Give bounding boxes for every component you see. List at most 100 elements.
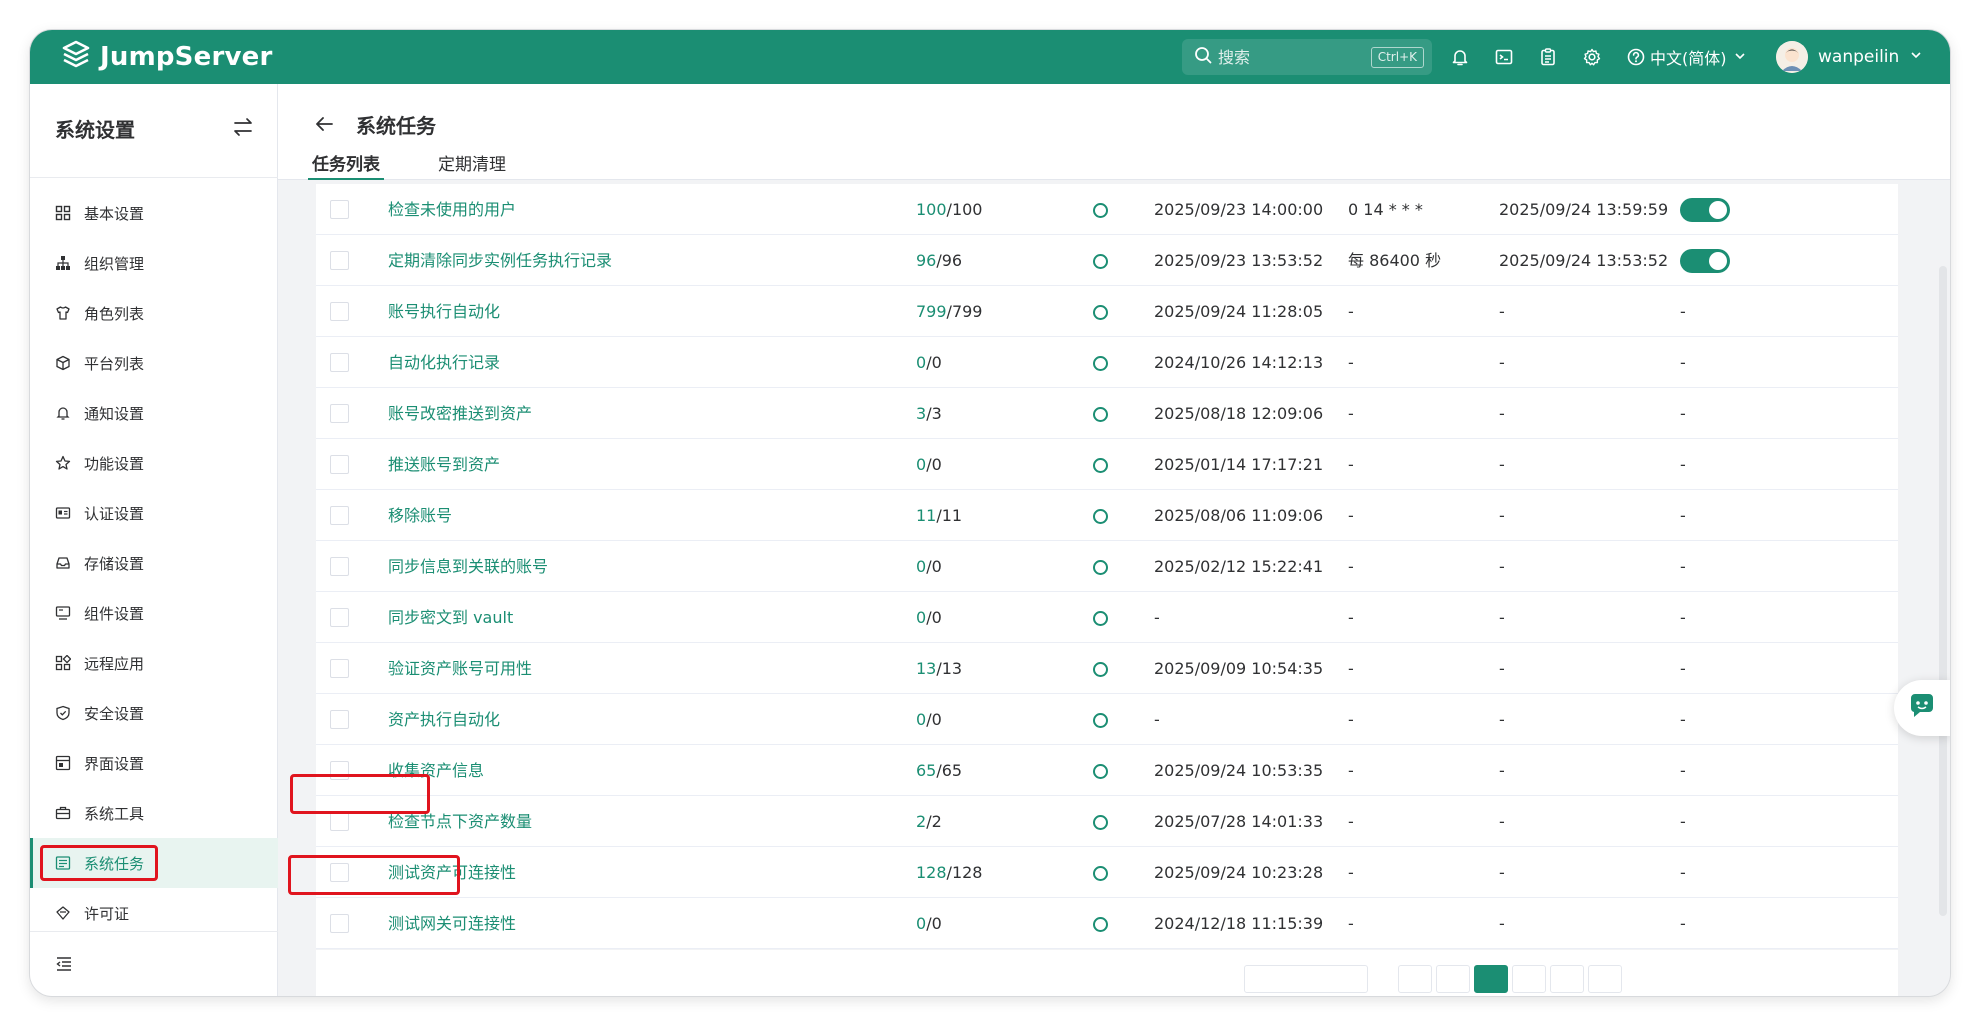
row-checkbox[interactable] [330,200,349,219]
schedule: - [1348,353,1354,372]
row-checkbox[interactable] [330,353,349,372]
sidebar-item[interactable]: 功能设置 [30,438,278,488]
page-button[interactable] [1512,965,1546,993]
task-name-link[interactable]: 检查未使用的用户 [388,184,516,235]
task-name-link[interactable]: 资产执行自动化 [388,694,500,745]
schedule: - [1348,914,1354,933]
enable-placeholder: - [1680,914,1686,933]
row-checkbox[interactable] [330,251,349,270]
task-name-link[interactable]: 账号改密推送到资产 [388,388,532,439]
enable-toggle[interactable] [1680,198,1730,222]
table-row: 同步密文到 vault 0/0 - - - - [316,592,1898,643]
table-row: 定期清除同步实例任务执行记录 96/96 2025/09/23 13:53:52 每 … [316,235,1898,286]
sidebar-item[interactable]: 组织管理 [30,238,278,288]
task-name-link[interactable]: 定期清除同步实例任务执行记录 [388,235,612,286]
tab-task-list[interactable]: 任务列表 [308,140,384,180]
monitor-icon [54,604,72,622]
task-name-link[interactable]: 同步信息到关联的账号 [388,541,548,592]
sidebar-item[interactable]: 角色列表 [30,288,278,338]
row-checkbox[interactable] [330,710,349,729]
task-name-link[interactable]: 测试网关可连接性 [388,898,516,949]
tab-periodic-cleanup[interactable]: 定期清理 [438,140,506,180]
task-name-link[interactable]: 移除账号 [388,490,452,541]
row-checkbox[interactable] [330,455,349,474]
success-count: 0 [916,353,927,372]
success-count: 0 [916,557,927,576]
last-run-date: 2025/08/18 12:09:06 [1154,404,1324,423]
sidebar-item-label: 许可证 [84,904,130,923]
sidebar-item[interactable]: 界面设置 [30,738,278,788]
execution-count: 128/128 [916,847,982,898]
row-checkbox[interactable] [330,557,349,576]
row-checkbox[interactable] [330,302,349,321]
clipboard-icon[interactable] [1536,45,1560,69]
total-count: /2 [926,812,942,831]
back-arrow-icon[interactable] [312,112,336,136]
row-checkbox[interactable] [330,608,349,627]
search-box[interactable]: Ctrl+K [1182,39,1432,75]
sidebar-item[interactable]: 存储设置 [30,538,278,588]
enable-placeholder: - [1680,863,1686,882]
search-input[interactable] [1218,47,1348,67]
page-button[interactable] [1550,965,1584,993]
help-icon[interactable] [1624,45,1648,69]
task-name-link[interactable]: 验证资产账号可用性 [388,643,532,694]
bell-icon[interactable] [1448,45,1472,69]
total-count: /65 [936,761,963,780]
sidebar-item-label: 系统工具 [84,804,145,823]
sidebar-item[interactable]: 通知设置 [30,388,278,438]
task-name-link[interactable]: 自动化执行记录 [388,337,500,388]
next-run-date: - [1499,812,1505,831]
username: wanpeilin [1818,47,1900,67]
collapse-menu-icon[interactable] [54,954,74,974]
status-indicator [1093,764,1108,779]
chat-assistant-button[interactable] [1894,680,1950,736]
schedule: - [1348,557,1354,576]
scrollbar[interactable] [1939,266,1947,916]
sidebar-item[interactable]: 认证设置 [30,488,278,538]
success-count: 65 [916,761,937,780]
task-name-link[interactable]: 推送账号到资产 [388,439,500,490]
terminal-icon[interactable] [1492,45,1516,69]
logo[interactable]: JumpServer [60,39,272,75]
next-run-date: - [1499,863,1505,882]
task-name-link[interactable]: 同步密文到 vault [388,592,513,643]
sidebar-item[interactable]: 平台列表 [30,338,278,388]
next-run-date: - [1499,608,1505,627]
swap-icon[interactable] [230,114,256,140]
page-button[interactable] [1588,965,1622,993]
schedule: - [1348,659,1354,678]
page-button[interactable] [1398,965,1432,993]
row-checkbox[interactable] [330,404,349,423]
next-run-date: 2025/09/24 13:53:52 [1499,251,1669,270]
row-checkbox[interactable] [330,914,349,933]
gear-icon[interactable] [1580,45,1604,69]
next-run-date: - [1499,404,1505,423]
execution-count: 13/13 [916,643,962,694]
success-count: 0 [916,608,927,627]
user-menu[interactable]: wanpeilin [1776,40,1923,74]
page-button[interactable] [1436,965,1470,993]
sidebar-item[interactable]: 远程应用 [30,638,278,688]
tabs: 任务列表 定期清理 [308,140,564,180]
sidebar-item[interactable]: 系统工具 [30,788,278,838]
success-count: 11 [916,506,937,525]
enable-toggle[interactable] [1680,249,1730,273]
page-button-current[interactable] [1474,965,1508,993]
language-selector[interactable]: 中文(简体) [1650,44,1747,70]
execution-count: 0/0 [916,694,942,745]
sidebar-item[interactable]: 安全设置 [30,688,278,738]
next-run-date: - [1499,455,1505,474]
row-checkbox[interactable] [330,659,349,678]
task-name-link[interactable]: 账号执行自动化 [388,286,500,337]
sidebar-item[interactable]: 基本设置 [30,188,278,238]
last-run-date: 2025/09/23 13:53:52 [1154,251,1324,270]
page-size-select[interactable] [1244,965,1368,993]
next-run-date: - [1499,506,1505,525]
sidebar-item[interactable]: 组件设置 [30,588,278,638]
last-run-date: - [1154,608,1160,627]
row-checkbox[interactable] [330,506,349,525]
enable-placeholder: - [1680,608,1686,627]
row-checkbox[interactable] [330,812,349,831]
table-row: 账号改密推送到资产 3/3 2025/08/18 12:09:06 - - - [316,388,1898,439]
